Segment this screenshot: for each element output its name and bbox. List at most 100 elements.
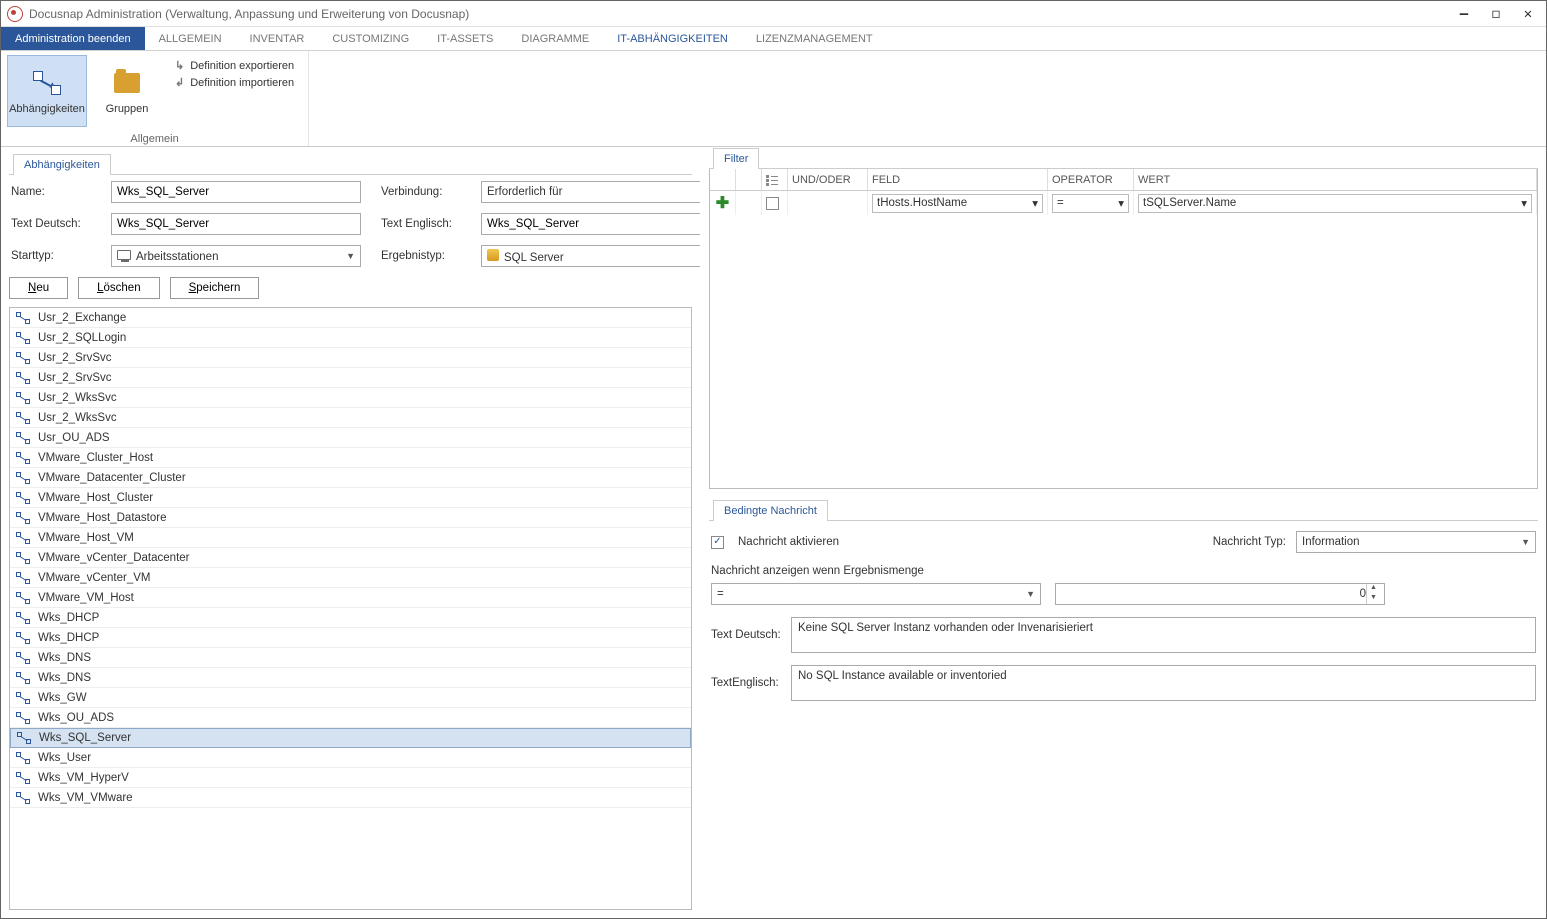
list-item[interactable]: Usr_2_SrvSvc [10, 368, 691, 388]
dependency-item-icon [16, 372, 30, 384]
main-tabstrip: Administration beenden ALLGEMEIN INVENTA… [1, 27, 1546, 51]
list-item-label: Usr_2_SQLLogin [38, 332, 126, 344]
tab-allgemein[interactable]: ALLGEMEIN [145, 27, 236, 50]
cell-operator[interactable]: =▾ [1052, 194, 1129, 213]
input-name[interactable] [111, 181, 361, 203]
input-text-de[interactable] [111, 213, 361, 235]
left-pane: Abhängigkeiten Name: Verbindung: Erforde… [1, 147, 701, 918]
tab-inventar[interactable]: INVENTAR [236, 27, 319, 50]
list-item[interactable]: Wks_User [10, 748, 691, 768]
filter-row: ✚ tHosts.HostName▾ =▾ tSQLServer.Name▾ [710, 191, 1537, 215]
app-icon [7, 6, 23, 22]
ribbon-link-export[interactable]: ↳Definition exportieren [175, 59, 294, 72]
filter-checkbox[interactable] [766, 197, 779, 210]
label-text-en: Text Englisch: [381, 218, 461, 230]
titlebar: Docusnap Administration (Verwaltung, Anp… [1, 1, 1546, 27]
dependency-item-icon [16, 352, 30, 364]
list-item[interactable]: VMware_vCenter_Datacenter [10, 548, 691, 568]
list-item[interactable]: Usr_2_SrvSvc [10, 348, 691, 368]
list-item-label: VMware_vCenter_Datacenter [38, 552, 190, 564]
list-item[interactable]: Usr_OU_ADS [10, 428, 691, 448]
col-und-oder: UND/ODER [788, 169, 868, 190]
list-item[interactable]: Usr_2_WksSvc [10, 408, 691, 428]
maximize-button[interactable]: ◻ [1484, 6, 1508, 22]
ribbon-link-import[interactable]: ↲Definition importieren [175, 76, 294, 89]
tab-customizing[interactable]: CUSTOMIZING [318, 27, 423, 50]
list-item[interactable]: Usr_2_WksSvc [10, 388, 691, 408]
cell-feld[interactable]: tHosts.HostName▾ [872, 194, 1043, 213]
list-item[interactable]: Wks_SQL_Server [10, 728, 691, 748]
list-item[interactable]: VMware_vCenter_VM [10, 568, 691, 588]
list-item[interactable]: Wks_OU_ADS [10, 708, 691, 728]
list-item[interactable]: Wks_DNS [10, 648, 691, 668]
ribbon-btn-gruppen[interactable]: Gruppen [87, 55, 167, 127]
list-item[interactable]: Wks_DHCP [10, 628, 691, 648]
add-filter-button[interactable]: ✚ [710, 191, 736, 215]
tab-it-assets[interactable]: IT-ASSETS [423, 27, 507, 50]
select-ergebnistyp[interactable]: SQL Server▼ [481, 245, 701, 267]
list-item[interactable]: VMware_Cluster_Host [10, 448, 691, 468]
checkbox-activate[interactable] [711, 536, 724, 549]
select-nachricht-typ[interactable]: Information▼ [1296, 531, 1536, 553]
subtab-bedingte-nachricht[interactable]: Bedingte Nachricht [713, 500, 828, 521]
filter-grid: UND/ODER FELD OPERATOR WERT ✚ tHosts.Hos… [709, 169, 1538, 489]
tab-lizenzmanagement[interactable]: LIZENZMANAGEMENT [742, 27, 887, 50]
list-item[interactable]: VMware_VM_Host [10, 588, 691, 608]
chevron-down-icon: ▾ [1521, 196, 1527, 210]
spin-down[interactable]: ▼ [1367, 594, 1380, 604]
list-item-label: VMware_Host_VM [38, 532, 134, 544]
dependency-icon [33, 71, 61, 95]
ribbon-btn-abhaengigkeiten[interactable]: Abhängigkeiten [7, 55, 87, 127]
spin-up[interactable]: ▲ [1367, 584, 1380, 594]
subtab-filter[interactable]: Filter [713, 148, 759, 169]
list-item[interactable]: VMware_Host_Datastore [10, 508, 691, 528]
list-item[interactable]: Wks_VM_VMware [10, 788, 691, 808]
tab-admin-end[interactable]: Administration beenden [1, 27, 145, 50]
cell-wert[interactable]: tSQLServer.Name▾ [1138, 194, 1532, 213]
sql-server-icon [487, 249, 499, 261]
spin-cond-value[interactable]: 0 ▲▼ [1055, 583, 1385, 605]
select-starttyp[interactable]: Arbeitsstationen▼ [111, 245, 361, 267]
minimize-button[interactable]: — [1452, 6, 1476, 22]
col-feld: FELD [868, 169, 1048, 190]
dependency-list-wrap: Usr_2_Exchange Usr_2_SQLLogin Usr_2_SrvSvc… [9, 307, 692, 910]
dependency-item-icon [16, 752, 30, 764]
label-name: Name: [11, 186, 91, 198]
list-item[interactable]: VMware_Host_Cluster [10, 488, 691, 508]
list-item-label: Usr_OU_ADS [38, 432, 110, 444]
list-item-label: Wks_OU_ADS [38, 712, 114, 724]
folder-icon [114, 73, 140, 93]
list-item[interactable]: Wks_GW [10, 688, 691, 708]
list-item[interactable]: VMware_Host_VM [10, 528, 691, 548]
close-button[interactable]: ✕ [1516, 6, 1540, 22]
list-item-label: Usr_2_Exchange [38, 312, 126, 324]
btn-neu[interactable]: Neu [9, 277, 68, 299]
textbox-bn-en[interactable]: No SQL Instance available or inventoried [791, 665, 1536, 701]
dependency-item-icon [16, 612, 30, 624]
tab-diagramme[interactable]: DIAGRAMME [507, 27, 603, 50]
select-cond-op[interactable]: =▼ [711, 583, 1041, 605]
list-item-label: VMware_vCenter_VM [38, 572, 150, 584]
textbox-bn-de[interactable]: Keine SQL Server Instanz vorhanden oder … [791, 617, 1536, 653]
list-item[interactable]: Usr_2_SQLLogin [10, 328, 691, 348]
list-item[interactable]: VMware_Datacenter_Cluster [10, 468, 691, 488]
app-window: Docusnap Administration (Verwaltung, Anp… [0, 0, 1547, 919]
select-verbindung[interactable]: Erforderlich für▼ [481, 181, 701, 203]
tab-it-abhaengigkeiten[interactable]: IT-ABHÄNGIGKEITEN [603, 27, 742, 50]
list-item-label: Wks_DHCP [38, 612, 99, 624]
btn-speichern[interactable]: Speichern [170, 277, 260, 299]
dependency-item-icon [16, 412, 30, 424]
list-item[interactable]: Usr_2_Exchange [10, 308, 691, 328]
dependency-item-icon [16, 452, 30, 464]
dependency-item-icon [16, 312, 30, 324]
btn-loeschen[interactable]: Löschen [78, 277, 160, 299]
col-operator: OPERATOR [1048, 169, 1134, 190]
list-item[interactable]: Wks_DHCP [10, 608, 691, 628]
input-text-en[interactable] [481, 213, 701, 235]
list-item[interactable]: Wks_VM_HyperV [10, 768, 691, 788]
list-item-label: VMware_Datacenter_Cluster [38, 472, 186, 484]
dependency-list[interactable]: Usr_2_Exchange Usr_2_SQLLogin Usr_2_SrvSvc… [10, 308, 691, 909]
subtab-abhaengigkeiten[interactable]: Abhängigkeiten [13, 154, 111, 175]
list-item[interactable]: Wks_DNS [10, 668, 691, 688]
dependency-item-icon [16, 632, 30, 644]
